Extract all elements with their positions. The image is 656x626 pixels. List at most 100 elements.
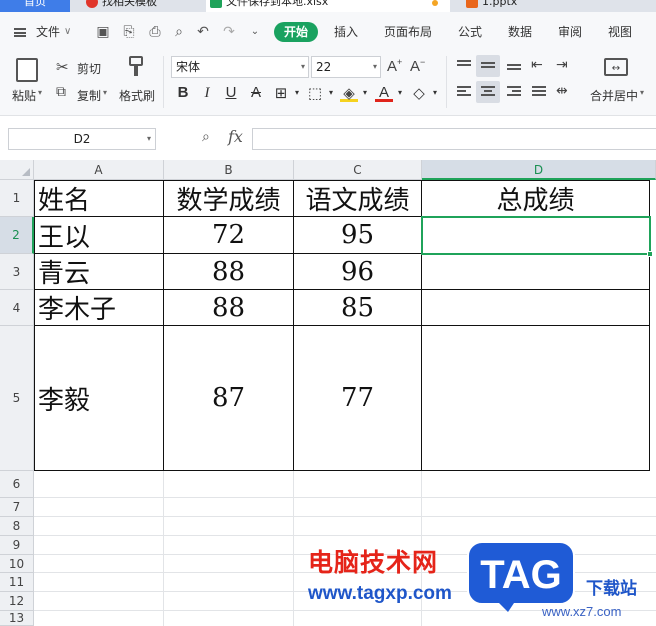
- bold-icon[interactable]: B: [174, 83, 192, 103]
- cell-c1[interactable]: 语文成绩: [294, 180, 422, 217]
- borders-dropdown-icon[interactable]: ▾: [288, 83, 306, 103]
- clear-format-dropdown-icon[interactable]: ▾: [426, 83, 444, 103]
- tab-data[interactable]: 数据: [508, 24, 532, 40]
- align-center-icon[interactable]: [481, 86, 495, 98]
- paste-dropdown-icon[interactable]: ▾: [38, 88, 42, 97]
- print-icon[interactable]: ⎙: [146, 23, 164, 41]
- row-header-11[interactable]: 11: [0, 573, 34, 592]
- increase-indent-icon[interactable]: ⇥: [556, 57, 568, 73]
- cell-c5[interactable]: 77: [294, 326, 422, 471]
- decrease-indent-icon[interactable]: ⇤: [531, 57, 543, 73]
- row-header-1[interactable]: 1: [0, 180, 34, 217]
- fill-pattern-dropdown-icon[interactable]: ▾: [322, 83, 340, 103]
- hamburger-menu-icon[interactable]: [14, 28, 26, 37]
- cell-b4[interactable]: 88: [164, 290, 294, 326]
- merge-center-icon[interactable]: ↔: [604, 58, 628, 76]
- active-cell-selection[interactable]: [421, 216, 653, 257]
- cell-b1[interactable]: 数学成绩: [164, 180, 294, 217]
- cell-b2[interactable]: 72: [164, 217, 294, 254]
- row-header-5[interactable]: 5: [0, 326, 34, 471]
- cell-d1[interactable]: 总成绩: [422, 180, 650, 217]
- format-painter-button[interactable]: 格式刷: [119, 87, 155, 104]
- align-middle-icon[interactable]: [481, 62, 495, 74]
- merge-center-dropdown-icon[interactable]: ▾: [640, 88, 644, 97]
- cell-d4[interactable]: [422, 290, 650, 326]
- export-pdf-icon[interactable]: ⎘: [120, 23, 138, 41]
- cell-c2[interactable]: 95: [294, 217, 422, 254]
- redo-icon[interactable]: ↷: [220, 23, 238, 41]
- tab-formulas[interactable]: 公式: [458, 24, 482, 40]
- cell-a4[interactable]: 李木子: [34, 290, 164, 326]
- cell-b3[interactable]: 88: [164, 254, 294, 290]
- format-painter-icon[interactable]: [129, 56, 143, 78]
- save-icon[interactable]: ▣: [94, 23, 112, 41]
- row-header-12[interactable]: 12: [0, 592, 34, 611]
- tab-page-layout[interactable]: 页面布局: [384, 24, 432, 40]
- select-all-corner[interactable]: [0, 160, 34, 180]
- fill-color-dropdown-icon[interactable]: ▾: [356, 83, 374, 103]
- distributed-align-icon[interactable]: ⇹: [556, 83, 568, 99]
- cut-button[interactable]: 剪切: [77, 60, 101, 77]
- row-header-2[interactable]: 2: [0, 217, 34, 254]
- justify-icon[interactable]: [532, 86, 546, 98]
- undo-icon[interactable]: ↶: [194, 23, 212, 41]
- fx-icon[interactable]: fx: [228, 127, 243, 146]
- row-header-8[interactable]: 8: [0, 517, 34, 536]
- align-left-icon[interactable]: [457, 86, 471, 98]
- row-header-10[interactable]: 10: [0, 555, 34, 573]
- formula-input[interactable]: [252, 128, 656, 150]
- copy-button[interactable]: 复制: [77, 87, 101, 104]
- chevron-down-icon[interactable]: ∨: [64, 24, 71, 40]
- row-header-13[interactable]: 13: [0, 611, 34, 626]
- row-header-6[interactable]: 6: [0, 471, 34, 498]
- font-color-dropdown-icon[interactable]: ▾: [391, 83, 409, 103]
- tab-start[interactable]: 开始: [274, 22, 318, 42]
- column-header-b[interactable]: B: [164, 160, 294, 180]
- tab-active-spreadsheet[interactable]: 文件保存到本地.xlsx: [206, 0, 450, 12]
- scissors-icon[interactable]: ✂: [56, 58, 69, 76]
- row-header-9[interactable]: 9: [0, 536, 34, 555]
- row-header-7[interactable]: 7: [0, 498, 34, 517]
- font-name-select[interactable]: 宋体 ▾: [171, 56, 309, 78]
- cell-b5[interactable]: 87: [164, 326, 294, 471]
- column-header-a[interactable]: A: [34, 160, 164, 180]
- strikethrough-icon[interactable]: A: [247, 83, 265, 103]
- merge-center-button[interactable]: 合并居中: [590, 87, 638, 104]
- italic-icon[interactable]: I: [198, 83, 216, 103]
- tab-view[interactable]: 视图: [608, 24, 632, 40]
- tab-review[interactable]: 审阅: [558, 24, 582, 40]
- print-preview-icon[interactable]: ⌕: [170, 23, 188, 41]
- more-quick-actions-icon[interactable]: ⌄: [246, 23, 264, 41]
- decrease-font-size-icon[interactable]: A−: [410, 57, 425, 75]
- cell-d3[interactable]: [422, 254, 650, 290]
- increase-font-size-icon[interactable]: A+: [387, 57, 402, 75]
- column-header-c[interactable]: C: [294, 160, 422, 180]
- tab-home[interactable]: 首页: [0, 0, 70, 12]
- menu-file[interactable]: 文件: [36, 24, 60, 40]
- name-box[interactable]: D2 ▾: [8, 128, 156, 150]
- align-bottom-icon[interactable]: [507, 64, 521, 76]
- row-header-3[interactable]: 3: [0, 254, 34, 290]
- row-header-4[interactable]: 4: [0, 290, 34, 326]
- font-size-select[interactable]: 22 ▾: [311, 56, 381, 78]
- tab-insert[interactable]: 插入: [334, 24, 358, 40]
- cell-a5[interactable]: 李毅: [34, 326, 164, 471]
- cell-c3[interactable]: 96: [294, 254, 422, 290]
- cell-a1[interactable]: 姓名: [34, 180, 164, 217]
- fill-handle[interactable]: [647, 251, 653, 257]
- paste-button[interactable]: 粘贴: [12, 87, 36, 104]
- underline-icon[interactable]: U: [222, 83, 240, 103]
- align-right-icon[interactable]: [507, 86, 521, 98]
- align-top-icon[interactable]: [457, 60, 471, 72]
- cell-a2[interactable]: 王以: [34, 217, 164, 254]
- paste-icon[interactable]: [16, 58, 38, 82]
- search-icon[interactable]: ⌕: [202, 129, 210, 145]
- cell-a3[interactable]: 青云: [34, 254, 164, 290]
- cell-d5[interactable]: [422, 326, 650, 471]
- cell-c4[interactable]: 85: [294, 290, 422, 326]
- column-header-d[interactable]: D: [422, 160, 656, 180]
- copy-dropdown-icon[interactable]: ▾: [103, 88, 107, 97]
- tab-templates[interactable]: 找相关模板: [82, 0, 194, 12]
- tab-presentation[interactable]: 1.pptx: [462, 0, 602, 12]
- copy-icon[interactable]: ⧉: [56, 84, 66, 100]
